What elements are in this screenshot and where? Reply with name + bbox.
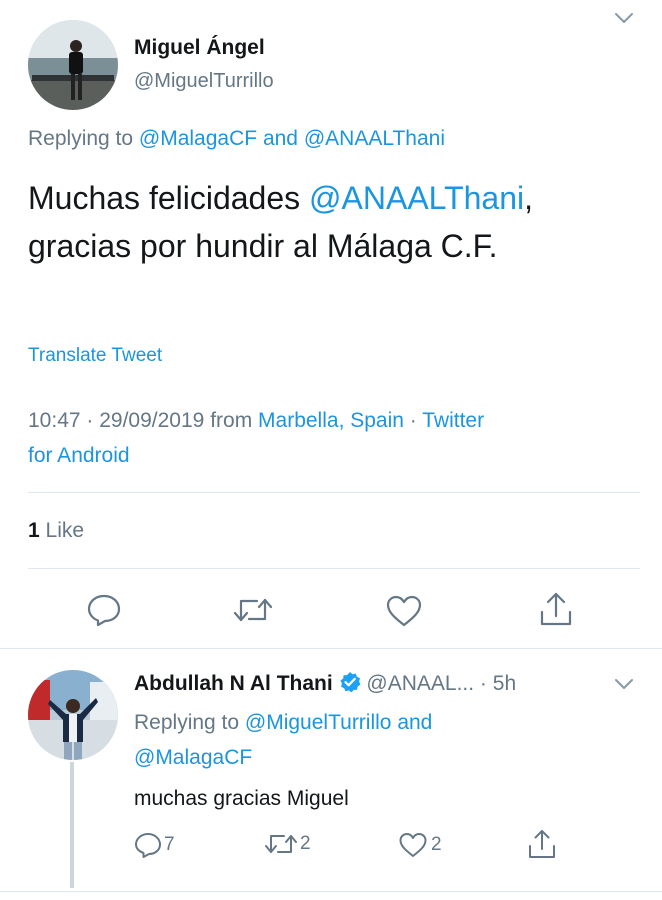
replying-and: and xyxy=(262,127,298,150)
divider xyxy=(0,648,662,649)
like-icon[interactable] xyxy=(385,594,423,628)
divider xyxy=(28,568,640,569)
reply-icon[interactable] xyxy=(86,593,122,627)
reply-author-handle[interactable]: @ANAAL... xyxy=(366,672,474,695)
replying-and: and xyxy=(397,711,433,734)
verified-badge-icon xyxy=(339,671,361,693)
separator: · xyxy=(474,672,493,695)
translate-tweet-link[interactable]: Translate Tweet xyxy=(28,345,162,367)
reply-icon[interactable] xyxy=(134,831,162,859)
avatar[interactable] xyxy=(28,20,118,110)
like-action[interactable]: 2 xyxy=(398,831,442,859)
tweet-meta-line-1: 10:47 · 29/09/2019 from Marbella, Spain … xyxy=(28,403,484,438)
mention-link[interactable]: @ANAALThani xyxy=(309,180,524,216)
source-link[interactable]: Twitter xyxy=(422,409,484,432)
tweet-date: 29/09/2019 xyxy=(99,409,205,432)
share-icon[interactable] xyxy=(538,590,574,628)
reply-count: 7 xyxy=(164,834,175,855)
like-icon[interactable] xyxy=(398,831,428,859)
tweet-text-part: , xyxy=(524,180,534,216)
retweet-icon[interactable] xyxy=(264,831,298,857)
tweet-meta: 10:47 · 29/09/2019 from Marbella, Spain … xyxy=(28,403,484,473)
reply-author-name[interactable]: Abdullah N Al Thani xyxy=(134,672,333,695)
retweet-action[interactable]: 2 xyxy=(264,831,311,857)
reply-time: 5h xyxy=(492,672,517,695)
author-handle[interactable]: @MiguelTurrillo xyxy=(134,70,274,93)
replying-to-line-2: @MalagaCF xyxy=(134,740,634,775)
source-link[interactable]: for Android xyxy=(28,444,130,467)
mention-link[interactable]: @MalagaCF xyxy=(134,746,252,769)
tweet-meta-line-2: for Android xyxy=(28,438,484,473)
like-count: 2 xyxy=(431,834,442,855)
reply-replying-to: Replying to @MiguelTurrillo and @MalagaC… xyxy=(134,705,634,775)
retweet-icon[interactable] xyxy=(232,594,274,626)
reply-action[interactable]: 7 xyxy=(134,831,175,859)
replying-to-line-1: Replying to @MiguelTurrillo and xyxy=(134,705,634,740)
chevron-down-icon[interactable] xyxy=(613,10,635,26)
like-count: 1 xyxy=(28,519,40,542)
likes-count-row[interactable]: 1 Like xyxy=(28,519,84,543)
mention-link[interactable]: @MiguelTurrillo xyxy=(245,711,392,734)
tweet-text-part: Muchas felicidades xyxy=(28,180,310,216)
divider xyxy=(28,492,640,493)
separator: · xyxy=(403,409,423,432)
from-label: from xyxy=(210,409,253,432)
tweet-text: Muchas felicidades @ANAALThani, gracias … xyxy=(28,174,533,270)
mention-link[interactable]: @MalagaCF xyxy=(139,127,257,150)
like-label: Like xyxy=(45,519,85,542)
divider xyxy=(0,891,662,892)
author-name[interactable]: Miguel Ángel xyxy=(134,36,265,60)
tweet-text-line-1: Muchas felicidades @ANAALThani, xyxy=(28,174,533,222)
reply-header: Abdullah N Al Thani @ANAAL... · 5h xyxy=(134,671,516,696)
reply-text: muchas gracias Miguel xyxy=(134,787,349,810)
separator: · xyxy=(80,409,100,432)
share-icon[interactable] xyxy=(527,828,557,860)
thread-line xyxy=(70,762,74,888)
replying-to: Replying to @MalagaCF and @ANAALThani xyxy=(28,127,445,151)
replying-prefix: Replying to xyxy=(134,711,240,734)
tweet-time: 10:47 xyxy=(28,409,81,432)
mention-link[interactable]: @ANAALThani xyxy=(304,127,445,150)
avatar[interactable] xyxy=(28,670,118,760)
retweet-count: 2 xyxy=(300,833,311,854)
replying-prefix: Replying to xyxy=(28,127,134,150)
chevron-down-icon[interactable] xyxy=(613,676,635,692)
tweet-text-line-2: gracias por hundir al Málaga C.F. xyxy=(28,228,498,264)
location-link[interactable]: Marbella, Spain xyxy=(258,409,404,432)
